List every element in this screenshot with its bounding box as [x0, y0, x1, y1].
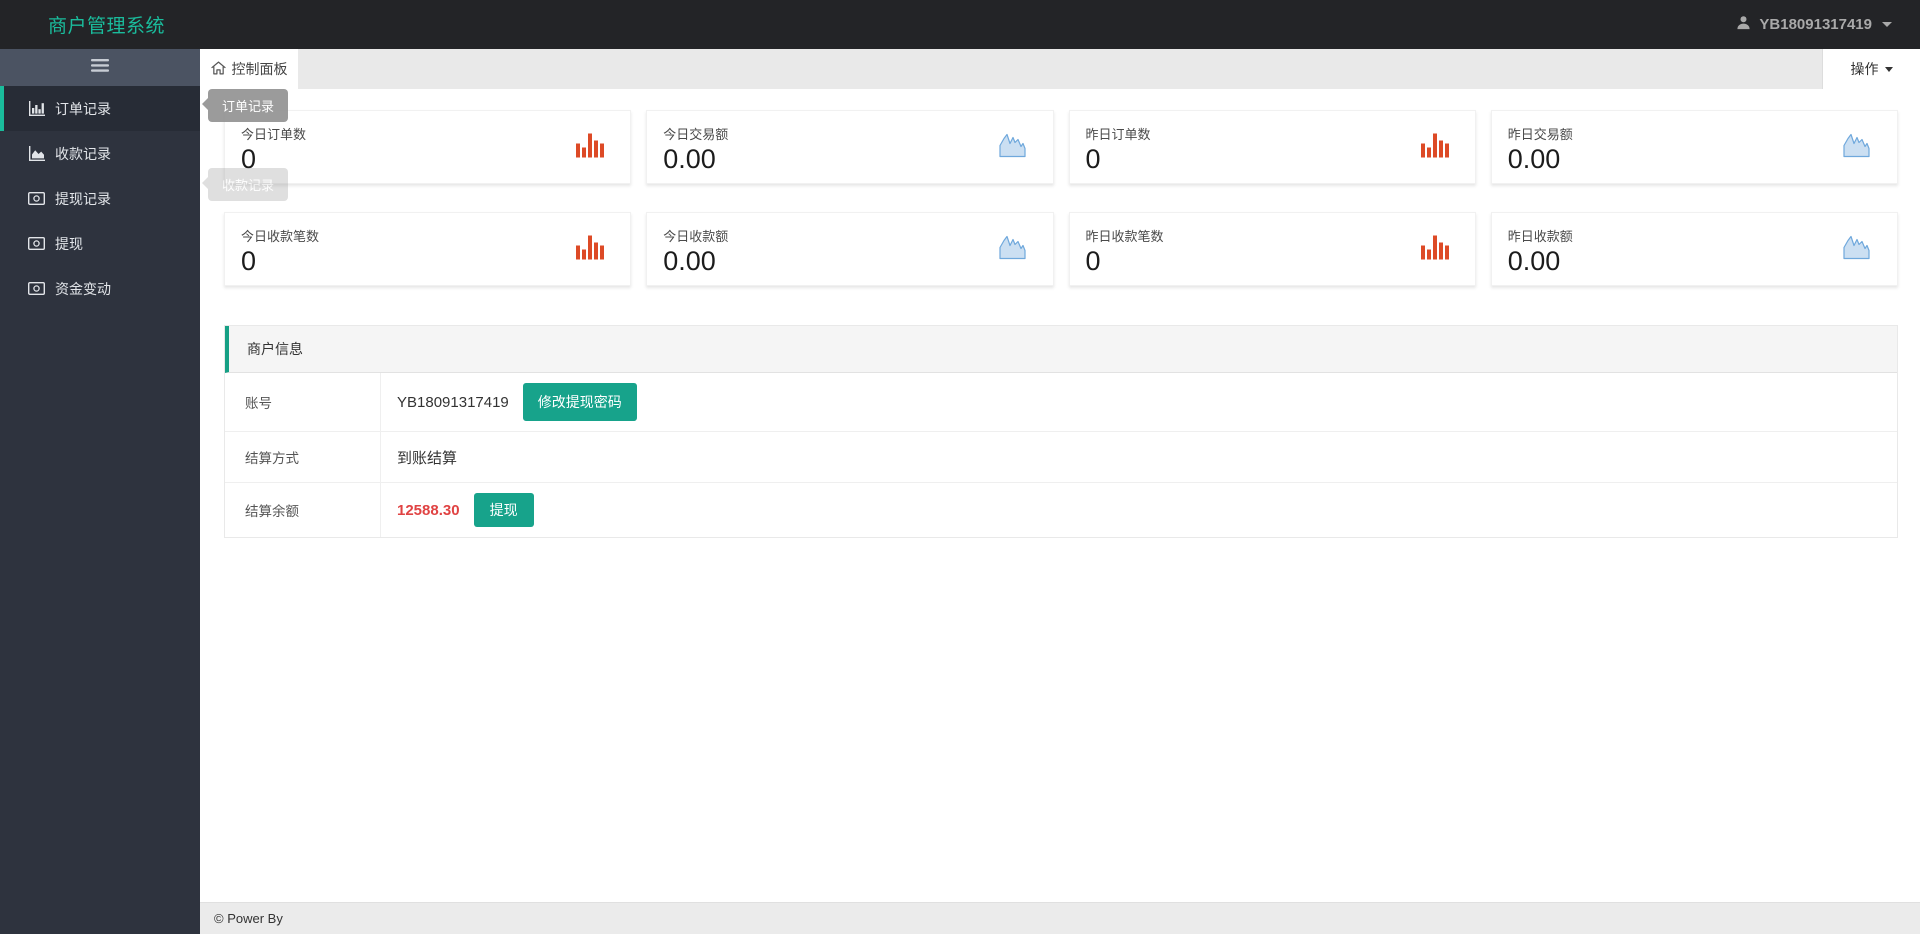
stat-value: 0: [1085, 144, 1101, 174]
stat-label: 今日交易额: [663, 127, 729, 142]
user-menu[interactable]: YB18091317419: [1736, 15, 1920, 34]
stat-cards: 今日订单数 0 今日交易额 0.00 昨日订单数 0 昨日交易额 0.00 今日…: [224, 110, 1898, 286]
table-row-settlement-method: 结算方式 到账结算: [225, 432, 1897, 483]
top-navbar: 商户管理系统 YB18091317419: [0, 0, 1920, 49]
tab-dashboard[interactable]: 控制面板: [200, 49, 298, 89]
bar-chart-icon: [28, 101, 45, 116]
stat-card-yesterday-volume: 昨日交易额 0.00: [1490, 110, 1898, 184]
bar-chart-icon: [574, 234, 605, 265]
withdraw-button[interactable]: 提现: [473, 493, 534, 527]
sidebar-item-order-records[interactable]: 订单记录: [0, 86, 200, 131]
tab-bar: 控制面板 操作: [200, 49, 1920, 89]
sidebar-toggle-button[interactable]: [0, 49, 200, 86]
balance-value: 12588.30: [397, 501, 460, 519]
stat-value: 0.00: [663, 144, 716, 174]
stat-card-yesterday-payment-count: 昨日收款笔数 0: [1068, 212, 1476, 286]
stat-value: 0.00: [663, 246, 716, 276]
table-row-settlement-balance: 结算余额 12588.30 提现: [225, 483, 1897, 537]
hamburger-icon: [91, 58, 109, 77]
merchant-info-panel: 商户信息 账号 YB18091317419 修改提现密码 结算方式 到账结算 结…: [224, 325, 1898, 538]
stat-label: 昨日交易额: [1507, 127, 1573, 142]
stat-value: 0: [1085, 246, 1101, 276]
sidebar-tooltip-fading: 收款记录: [201, 168, 289, 201]
row-label: 结算方式: [225, 432, 381, 482]
sidebar: 订单记录 收款记录 提现记录 提现 资金变动: [0, 49, 200, 934]
account-value: YB18091317419: [397, 393, 509, 411]
sidebar-item-label: 订单记录: [55, 100, 111, 117]
tab-label: 控制面板: [231, 61, 288, 77]
change-withdraw-password-button[interactable]: 修改提现密码: [522, 383, 637, 421]
area-chart-icon: [997, 132, 1027, 163]
stat-label: 昨日收款笔数: [1085, 229, 1164, 244]
sidebar-item-label: 收款记录: [55, 145, 111, 162]
sidebar-item-label: 资金变动: [55, 280, 111, 297]
stat-value: 0: [241, 144, 257, 174]
row-label: 账号: [225, 373, 381, 431]
stat-label: 今日订单数: [241, 127, 307, 142]
app-title: 商户管理系统: [48, 16, 166, 37]
area-chart-icon: [1841, 132, 1871, 163]
sidebar-item-payment-records[interactable]: 收款记录: [0, 131, 200, 176]
area-chart-icon: [997, 234, 1027, 265]
table-row-account: 账号 YB18091317419 修改提现密码: [225, 373, 1897, 432]
panel-title: 商户信息: [225, 326, 1897, 373]
footer: © Power By: [200, 902, 1920, 934]
sidebar-item-label: 提现: [55, 235, 83, 252]
sidebar-item-withdraw-records[interactable]: 提现记录: [0, 176, 200, 221]
stat-card-yesterday-orders: 昨日订单数 0: [1068, 110, 1476, 184]
home-icon: [210, 61, 226, 78]
stat-card-today-volume: 今日交易额 0.00: [646, 110, 1054, 184]
copyright-text: © Power By: [214, 911, 283, 926]
banknote-icon: [28, 192, 45, 205]
stat-value: 0.00: [1507, 246, 1561, 276]
action-dropdown-button[interactable]: 操作: [1822, 49, 1920, 89]
chevron-down-icon: [1884, 66, 1893, 72]
bar-chart-icon: [1419, 234, 1449, 265]
stat-value: 0: [241, 246, 257, 276]
stat-label: 昨日收款额: [1507, 229, 1573, 244]
settlement-method-value: 到账结算: [397, 449, 458, 467]
stat-card-yesterday-payment-amount: 昨日收款额 0.00: [1490, 212, 1898, 286]
user-icon: [1736, 15, 1751, 34]
user-name: YB18091317419: [1759, 16, 1872, 33]
banknote-icon: [28, 282, 45, 295]
main-content: 控制面板 操作 订单记录 收款记录 今日订单数 0 今日交易额 0.00 昨日订…: [200, 49, 1920, 934]
stat-card-today-payment-amount: 今日收款额 0.00: [646, 212, 1054, 286]
sidebar-item-withdraw[interactable]: 提现: [0, 221, 200, 266]
stat-label: 今日收款额: [663, 229, 729, 244]
banknote-icon: [28, 237, 45, 250]
sidebar-item-fund-changes[interactable]: 资金变动: [0, 266, 200, 311]
stat-value: 0.00: [1507, 144, 1561, 174]
sidebar-item-label: 提现记录: [55, 190, 111, 207]
row-label: 结算余额: [225, 483, 381, 537]
area-chart-icon: [28, 146, 45, 161]
stat-label: 昨日订单数: [1085, 127, 1151, 142]
bar-chart-icon: [1419, 132, 1449, 163]
stat-label: 今日收款笔数: [241, 229, 320, 244]
sidebar-tooltip: 订单记录: [201, 89, 289, 122]
bar-chart-icon: [574, 132, 605, 163]
sidebar-nav: 订单记录 收款记录 提现记录 提现 资金变动: [0, 86, 200, 311]
chevron-down-icon: [1882, 22, 1892, 27]
action-label: 操作: [1850, 61, 1879, 77]
area-chart-icon: [1841, 234, 1871, 265]
stat-card-today-payment-count: 今日收款笔数 0: [224, 212, 632, 286]
